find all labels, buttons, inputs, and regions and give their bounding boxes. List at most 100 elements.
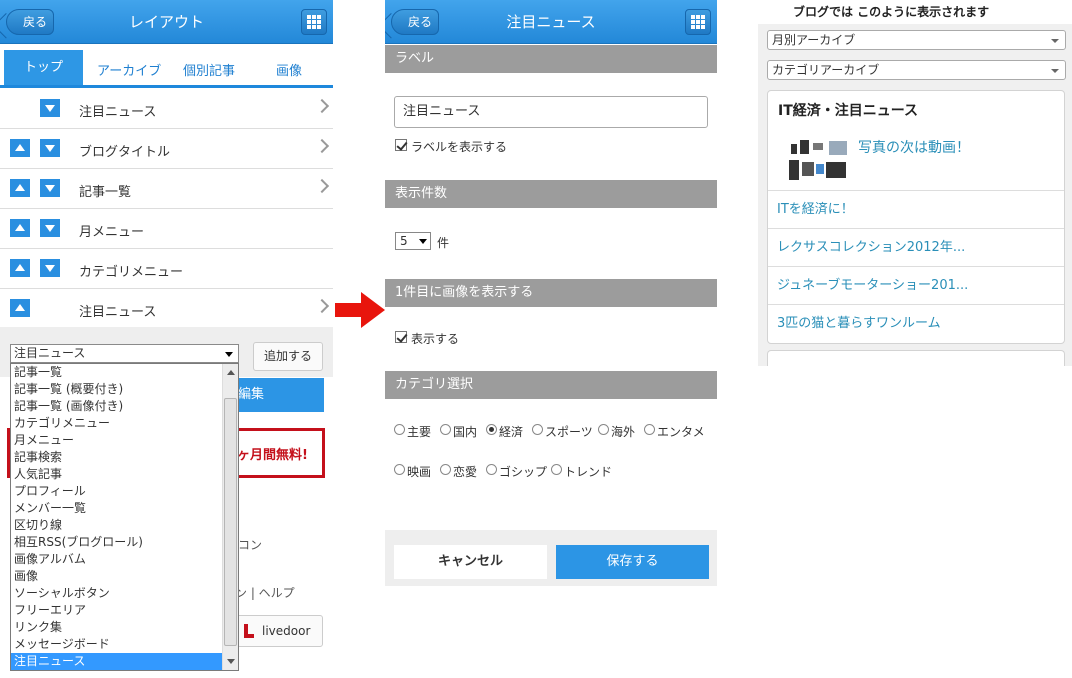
dropdown-option[interactable]: リンク集 (11, 619, 223, 636)
move-up-icon[interactable] (10, 139, 30, 157)
dropdown-option[interactable]: 記事一覧 (概要付き) (11, 381, 223, 398)
category-radio[interactable] (598, 424, 609, 435)
category-radio[interactable] (644, 424, 655, 435)
category-label: スポーツ (545, 425, 593, 439)
news-link[interactable]: ITを経済に！ (768, 190, 1064, 228)
move-down-icon[interactable] (40, 139, 60, 157)
chevron-right-icon[interactable] (314, 138, 330, 154)
dropdown-option[interactable]: 画像アルバム (11, 551, 223, 568)
back-button[interactable]: 戻る (391, 9, 439, 35)
chevron-right-icon[interactable] (314, 298, 330, 314)
row-label: 記事一覧 (79, 185, 132, 200)
dropdown-option[interactable]: 区切り線 (11, 517, 223, 534)
row-label: カテゴリメニュー (79, 265, 184, 280)
section-count: 表示件数 (385, 180, 717, 208)
dropdown-scrollbar[interactable] (222, 364, 238, 670)
section-label: ラベル (385, 45, 717, 73)
layout-header: レイアウト 戻る (0, 0, 333, 44)
category-radio[interactable] (486, 424, 497, 435)
category-radio[interactable] (551, 464, 562, 475)
layout-row[interactable]: 注目ニュース (0, 289, 333, 329)
category-label: 経済 (499, 425, 524, 439)
category-radio[interactable] (532, 424, 543, 435)
count-unit: 件 (437, 236, 450, 250)
row-label: 月メニュー (79, 225, 145, 240)
footer-link-fragment[interactable]: コン (238, 536, 262, 553)
show-label-checkbox[interactable] (395, 139, 407, 151)
dropdown-option[interactable]: 記事一覧 (11, 364, 223, 381)
move-up-icon[interactable] (10, 299, 30, 317)
category-radio[interactable] (394, 424, 405, 435)
count-select[interactable]: 5 (395, 232, 431, 250)
layout-row[interactable]: 記事一覧 (0, 169, 333, 209)
edit-button-label: 編集 (238, 387, 265, 402)
tab-bar: トップ アーカイブ 個別記事 画像 (0, 44, 333, 88)
category-label: 映画 (407, 465, 432, 479)
news-link[interactable]: ジュネーブモーターショー201... (768, 266, 1064, 304)
category-archive-select[interactable]: カテゴリアーカイブ (767, 60, 1066, 80)
dropdown-option[interactable]: カテゴリメニュー (11, 415, 223, 432)
scroll-thumb[interactable] (224, 398, 237, 646)
move-down-icon[interactable] (40, 179, 60, 197)
livedoor-button[interactable]: livedoor (233, 615, 323, 647)
scroll-down-icon[interactable] (227, 659, 235, 664)
category-radio[interactable] (440, 464, 451, 475)
dropdown-option[interactable]: 記事一覧 (画像付き) (11, 398, 223, 415)
layout-row[interactable]: 月メニュー (0, 209, 333, 249)
tab-image[interactable]: 画像 (276, 60, 302, 79)
news-link[interactable]: レクサスコレクション2012年... (768, 228, 1064, 266)
monthly-archive-select[interactable]: 月別アーカイブ (767, 30, 1066, 50)
label-input[interactable]: 注目ニュース (394, 96, 708, 128)
gadgets-thumbnail[interactable] (787, 138, 849, 184)
dropdown-option[interactable]: 月メニュー (11, 432, 223, 449)
category-radio[interactable] (394, 464, 405, 475)
chevron-right-icon[interactable] (314, 178, 330, 194)
cancel-button[interactable]: キャンセル (394, 545, 547, 579)
dropdown-option[interactable]: フリーエリア (11, 602, 223, 619)
move-up-icon[interactable] (10, 219, 30, 237)
move-down-icon[interactable] (40, 259, 60, 277)
livedoor-logo-icon (244, 624, 254, 638)
dropdown-option[interactable]: 注目ニュース (11, 653, 223, 670)
dropdown-option[interactable]: プロフィール (11, 483, 223, 500)
edit-button[interactable]: 編集 (236, 378, 324, 412)
tab-archive[interactable]: アーカイブ (97, 60, 161, 79)
category-radio[interactable] (486, 464, 497, 475)
tab-article[interactable]: 個別記事 (183, 60, 235, 79)
layout-row[interactable]: 注目ニュース (0, 89, 333, 129)
scroll-up-icon[interactable] (227, 370, 235, 375)
chevron-right-icon[interactable] (314, 98, 330, 114)
move-down-icon[interactable] (40, 219, 60, 237)
layout-row[interactable]: ブログタイトル (0, 129, 333, 169)
widget-select[interactable]: 注目ニュース (10, 344, 239, 363)
category-label: トレンド (564, 465, 613, 479)
dropdown-option[interactable]: メッセージボード (11, 636, 223, 653)
dropdown-option[interactable]: ソーシャルボタン (11, 585, 223, 602)
tab-top[interactable]: トップ (4, 50, 83, 85)
layout-row[interactable]: カテゴリメニュー (0, 249, 333, 289)
footer-help-link[interactable]: ン | ヘルプ (235, 584, 295, 601)
move-up-icon[interactable] (10, 259, 30, 277)
dropdown-option[interactable]: 人気記事 (11, 466, 223, 483)
dropdown-option[interactable]: メンバー一覧 (11, 500, 223, 517)
dropdown-option[interactable]: 相互RSS(ブログロール) (11, 534, 223, 551)
back-button[interactable]: 戻る (6, 9, 54, 35)
show-image-checkbox[interactable] (395, 331, 407, 343)
red-arrow-icon (335, 292, 385, 328)
news-link[interactable]: 3匹の猫と暮らすワンルーム (768, 304, 1064, 342)
grid-menu-icon[interactable] (301, 9, 327, 35)
dropdown-option[interactable]: 記事検索 (11, 449, 223, 466)
move-down-icon[interactable] (40, 99, 60, 117)
section-category: カテゴリ選択 (385, 371, 717, 399)
category-label: ゴシップ (499, 465, 548, 479)
grid-menu-icon[interactable] (685, 9, 711, 35)
widget-dropdown-list[interactable]: 記事一覧 記事一覧 (概要付き) 記事一覧 (画像付き) カテゴリメニュー 月メニュー記… (10, 363, 239, 671)
card-title: IT経済・注目ニュース (778, 103, 919, 119)
dropdown-option[interactable]: 画像 (11, 568, 223, 585)
first-news-link[interactable]: 写真の次は動画！ (858, 137, 970, 157)
move-up-icon[interactable] (10, 179, 30, 197)
add-button[interactable]: 追加する (253, 342, 323, 371)
category-radio[interactable] (440, 424, 451, 435)
settings-header: 注目ニュース 戻る (385, 0, 717, 44)
save-button[interactable]: 保存する (556, 545, 709, 579)
